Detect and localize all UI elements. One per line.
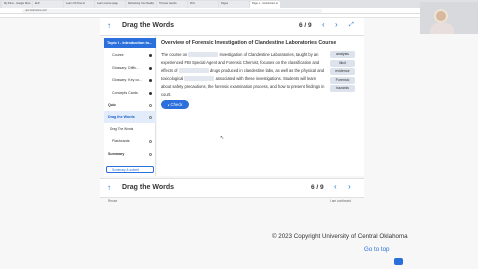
browser-tab[interactable]: Thomas Jacobs: [157, 1, 187, 8]
draggable-word[interactable]: hazards: [330, 85, 355, 92]
drop-zone[interactable]: [184, 76, 215, 81]
complete-dot-icon: [149, 53, 152, 57]
browser-tab[interactable]: Learn course page: [95, 1, 125, 8]
outline-item-label: Flashcards: [112, 139, 130, 143]
draggable-word[interactable]: analysis: [330, 51, 355, 58]
outline-item-concepts-cards[interactable]: Concepts Cards: [104, 87, 156, 99]
next-button-bottom[interactable]: ›: [348, 183, 351, 191]
outline-item-label: Course: [112, 53, 124, 57]
activity-title-bottom: Drag the Words: [122, 184, 174, 191]
browser-tab[interactable]: My Drive - Google Drive: [2, 1, 32, 8]
browser-tab[interactable]: ELP: [33, 1, 63, 8]
draggable-word[interactable]: illicit: [330, 60, 355, 67]
outline-item-glossary-key[interactable]: Glossary: Key co...: [104, 74, 156, 86]
drag-text-paragraph: The course on Investigation of Clandesti…: [161, 51, 326, 99]
copyright-text: © 2023 Copyright University of Central O…: [272, 233, 408, 240]
incomplete-circle-icon: [149, 139, 152, 143]
outline-item-quiz[interactable]: Quiz: [104, 99, 156, 111]
browser-tab[interactable]: Pages: [219, 1, 249, 8]
up-arrow-icon[interactable]: ↑: [107, 22, 111, 30]
incomplete-circle-icon: [149, 103, 152, 107]
outline-item-label: Concepts Cards: [112, 91, 138, 95]
page-counter-bottom: 6 / 9: [311, 184, 324, 191]
incomplete-circle-icon: [149, 115, 152, 119]
next-button[interactable]: ›: [335, 21, 338, 29]
prev-button-bottom[interactable]: ‹: [334, 183, 337, 191]
draggable-word[interactable]: Forensic: [330, 77, 355, 84]
outline-section-title[interactable]: Topic I - Introduction to...: [104, 38, 156, 48]
outline-item-course[interactable]: Course: [104, 49, 156, 61]
outline-subitem-drag-the-words[interactable]: Drag The Words: [104, 123, 156, 135]
outline-item-label: Drag The Words: [110, 127, 134, 131]
continued-label: I am continued: [330, 199, 351, 203]
chat-icon[interactable]: [394, 258, 403, 265]
complete-dot-icon: [149, 66, 152, 70]
outline-item-drag-the-words[interactable]: Drag the Words: [104, 111, 156, 123]
webcam-person-body: [430, 23, 454, 34]
check-label: Check: [170, 102, 183, 107]
text-segment: The course on: [161, 52, 188, 57]
browser-tab-active[interactable]: Page 1 - Introduction to: [250, 1, 280, 8]
browser-tab[interactable]: Prim: [188, 1, 218, 8]
outline-item-flashcards[interactable]: Flashcards: [104, 135, 156, 147]
expand-icon[interactable]: ⤢: [349, 21, 354, 29]
outline-item-label: Summary: [108, 152, 125, 156]
incomplete-circle-icon: [149, 152, 152, 156]
complete-dot-icon: [149, 78, 152, 82]
outline-item-label: Drag the Words: [108, 115, 135, 119]
browser-tab[interactable]: Learn CS How to: [64, 1, 94, 8]
activity-title: Drag the Words: [122, 22, 174, 29]
browser-tab-bar: My Drive - Google Drive ELP Learn CS How…: [0, 0, 478, 8]
outline-item-summary[interactable]: Summary: [104, 148, 156, 160]
content-title: Overview of Forensic Investigation of Cl…: [161, 40, 337, 46]
check-button[interactable]: ● Check: [161, 100, 189, 109]
webcam-person-head: [434, 9, 448, 23]
up-arrow-icon[interactable]: ↑: [107, 184, 111, 192]
url-field[interactable]: uco.instructure.com: [22, 9, 322, 13]
mouse-cursor-icon: ↖: [220, 135, 225, 141]
summary-submit-button[interactable]: Summary & submit: [106, 166, 154, 173]
draggable-word[interactable]: evidence: [330, 68, 355, 75]
drop-zone[interactable]: [178, 68, 209, 73]
reuse-link[interactable]: Reuse: [108, 199, 117, 203]
complete-dot-icon: [149, 91, 152, 95]
go-to-top-link[interactable]: Go to top: [364, 246, 389, 253]
outline-item-glossary-difficult[interactable]: Glossary: Diffic...: [104, 62, 156, 74]
drop-zone[interactable]: [188, 52, 219, 57]
page-counter: 6 / 9: [299, 22, 312, 29]
outline-item-label: Glossary: Key co...: [112, 78, 143, 82]
browser-tab[interactable]: Refreshing Your Reality: [126, 1, 156, 8]
prev-button[interactable]: ‹: [322, 21, 325, 29]
outline-item-label: Glossary: Diffic...: [112, 66, 140, 70]
outline-item-label: Quiz: [108, 103, 116, 107]
check-icon: ●: [167, 103, 170, 107]
